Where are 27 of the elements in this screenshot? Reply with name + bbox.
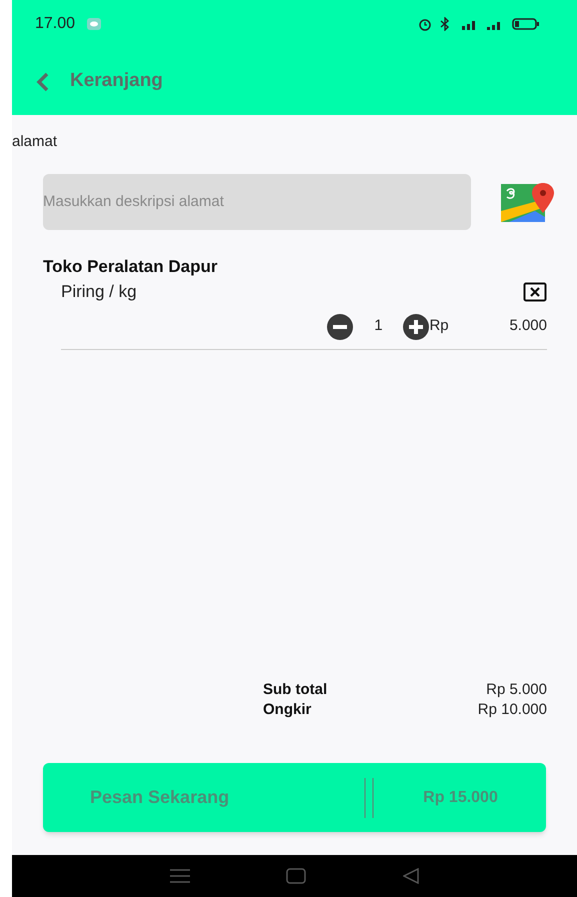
plus-button[interactable] [403,314,430,340]
screen-title: Keranjang [70,69,163,94]
item-name: Piring / kg [61,281,137,303]
close-icon[interactable] [523,282,547,302]
alarm-icon [418,17,432,31]
order-button[interactable]: Pesan Sekarang Rp 15.000 [43,763,546,832]
message-icon [87,18,102,30]
menu-icon[interactable] [170,869,190,883]
bluetooth-icon [440,17,450,31]
map-icon[interactable] [501,180,555,222]
summary-label: Sub total [263,680,328,700]
divider-icon [363,778,375,818]
address-label: alamat [12,132,58,152]
home-icon[interactable] [286,868,306,884]
summary-value: Rp 5.000 [486,680,547,700]
item-price: 5.000 [509,316,547,336]
back-icon[interactable] [402,868,419,884]
quantity: 1 [373,316,384,336]
minus-button[interactable] [327,314,354,340]
currency: Rp [429,316,450,336]
summary-label: Ongkir [263,700,312,720]
status-time: 17.00 [35,14,76,34]
battery-icon [512,17,540,31]
back-icon[interactable] [36,72,50,92]
store-name: Toko Peralatan Dapur [43,256,218,278]
address-field[interactable]: Masukkan deskripsi alamat [43,174,471,230]
summary-value: Rp 10.000 [478,700,547,720]
